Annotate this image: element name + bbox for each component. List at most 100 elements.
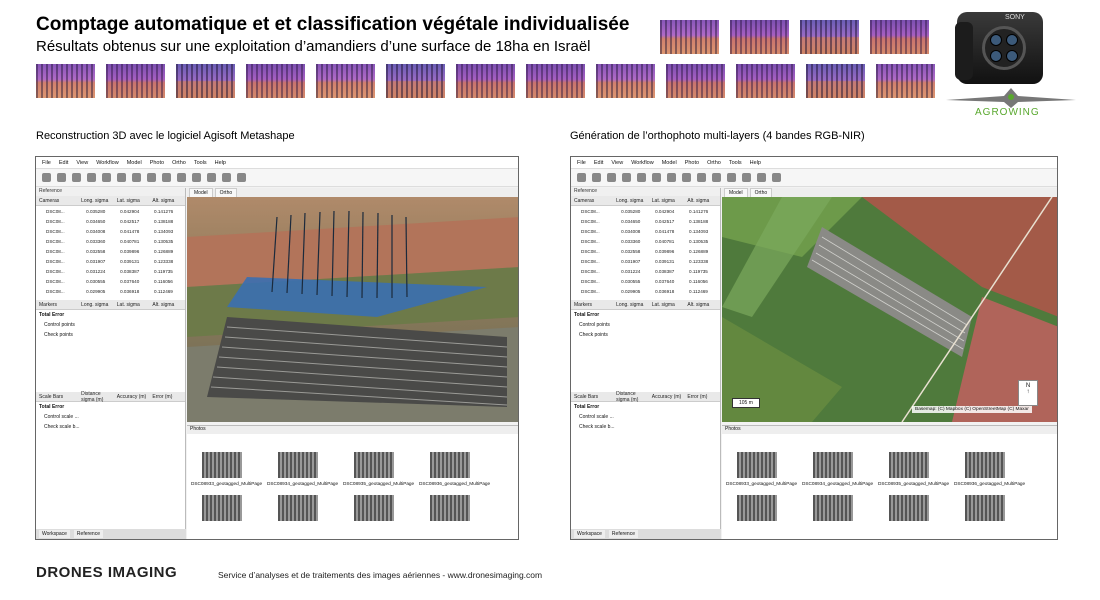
check-scale-item[interactable]: Check scale b... [36, 422, 185, 432]
menu-model[interactable]: Model [127, 160, 142, 166]
col-scale-bars[interactable]: Scale Bars [571, 394, 613, 400]
control-scale-item[interactable]: Control scale ... [571, 412, 720, 422]
rectangle-select-icon[interactable] [132, 173, 141, 182]
rectangle-select-icon[interactable] [667, 173, 676, 182]
col-markers[interactable]: Markers [36, 302, 78, 308]
menu-photo[interactable]: Photo [685, 160, 699, 166]
col-long-sigma[interactable]: Long. sigma [78, 198, 114, 204]
col-error[interactable]: Error (m) [684, 394, 720, 400]
col-long-sigma[interactable]: Long. sigma [78, 302, 114, 308]
photo-thumbnail[interactable] [878, 495, 940, 524]
navigation-icon[interactable] [147, 173, 156, 182]
control-points-item[interactable]: Control points [571, 320, 720, 330]
photo-thumbnail[interactable] [191, 495, 253, 524]
menu-view[interactable]: View [76, 160, 88, 166]
photo-thumbnail[interactable] [802, 495, 864, 524]
navigation-icon[interactable] [682, 173, 691, 182]
zoom-in-icon[interactable] [712, 173, 721, 182]
tab-workspace[interactable]: Workspace [39, 530, 70, 538]
open-icon[interactable] [592, 173, 601, 182]
save-icon[interactable] [607, 173, 616, 182]
move-icon[interactable] [207, 173, 216, 182]
table-row[interactable]: DSC08... 0.031224 0.038387 0.119735 [36, 266, 185, 276]
photo-thumbnail[interactable] [419, 495, 481, 524]
photo-thumbnail[interactable]: DSC08935_geotagged_MultiPage [878, 452, 949, 487]
col-alt-sigma[interactable]: Alt. sigma [149, 198, 185, 204]
photo-thumbnail[interactable] [343, 495, 405, 524]
col-distance-sigma[interactable]: Distance sigma (m) [78, 391, 114, 403]
photo-thumbnail[interactable]: DSC08936_geotagged_MultiPage [419, 452, 490, 487]
photo-thumbnail[interactable] [267, 495, 329, 524]
menu-file[interactable]: File [577, 160, 586, 166]
table-row[interactable]: DSC08... 0.032558 0.039896 0.126889 [571, 246, 720, 256]
table-row[interactable]: DSC08... 0.034650 0.042517 0.138188 [571, 216, 720, 226]
new-icon[interactable] [577, 173, 586, 182]
col-markers[interactable]: Markers [571, 302, 613, 308]
table-row[interactable]: DSC08... 0.030555 0.037640 0.116056 [571, 276, 720, 286]
col-long-sigma[interactable]: Long. sigma [613, 198, 649, 204]
col-alt-sigma[interactable]: Alt. sigma [149, 302, 185, 308]
table-row[interactable]: DSC08... 0.034650 0.042517 0.138188 [36, 216, 185, 226]
col-error[interactable]: Error (m) [149, 394, 185, 400]
photo-thumbnail[interactable] [726, 495, 788, 524]
model-viewport[interactable]: Model Ortho [187, 188, 518, 422]
zoom-out-icon[interactable] [192, 173, 201, 182]
grid-icon[interactable] [222, 173, 231, 182]
save-icon[interactable] [72, 173, 81, 182]
ortho-viewport[interactable]: Model Ortho 105 m Basemap: (C) Mapbox (C… [722, 188, 1057, 422]
menu-help[interactable]: Help [215, 160, 226, 166]
table-row[interactable]: DSC08... 0.035280 0.042904 0.141276 [36, 206, 185, 216]
col-alt-sigma[interactable]: Alt. sigma [684, 198, 720, 204]
photo-thumbnail[interactable]: DSC08935_geotagged_MultiPage [343, 452, 414, 487]
control-points-item[interactable]: Control points [36, 320, 185, 330]
photo-thumbnail[interactable] [954, 495, 1016, 524]
photo-thumbnail[interactable]: DSC08933_geotagged_MultiPage [191, 452, 262, 487]
table-row[interactable]: DSC08... 0.034008 0.041478 0.134093 [571, 226, 720, 236]
table-row[interactable]: DSC08... 0.029905 0.036918 0.112469 [571, 286, 720, 296]
tab-reference[interactable]: Reference [73, 530, 103, 538]
zoom-in-icon[interactable] [177, 173, 186, 182]
col-alt-sigma[interactable]: Alt. sigma [684, 302, 720, 308]
tab-workspace[interactable]: Workspace [574, 530, 605, 538]
menu-edit[interactable]: Edit [59, 160, 68, 166]
open-icon[interactable] [57, 173, 66, 182]
table-row[interactable]: DSC08... 0.029905 0.036918 0.112469 [36, 286, 185, 296]
redo-icon[interactable] [102, 173, 111, 182]
camera-icon[interactable] [237, 173, 246, 182]
select-icon[interactable] [652, 173, 661, 182]
undo-icon[interactable] [622, 173, 631, 182]
select-icon[interactable] [117, 173, 126, 182]
heart-icon[interactable] [772, 173, 781, 182]
col-lat-sigma[interactable]: Lat. sigma [649, 198, 685, 204]
menu-view[interactable]: View [611, 160, 623, 166]
tab-reference[interactable]: Reference [608, 530, 638, 538]
table-row[interactable]: DSC08... 0.031224 0.038387 0.119735 [571, 266, 720, 276]
menu-file[interactable]: File [42, 160, 51, 166]
menu-model[interactable]: Model [662, 160, 677, 166]
table-row[interactable]: DSC08... 0.033360 0.040781 0.130535 [36, 236, 185, 246]
new-icon[interactable] [42, 173, 51, 182]
table-row[interactable]: DSC08... 0.032558 0.039896 0.126889 [36, 246, 185, 256]
zoom-out-icon[interactable] [727, 173, 736, 182]
control-scale-item[interactable]: Control scale ... [36, 412, 185, 422]
menu-workflow[interactable]: Workflow [96, 160, 119, 166]
col-accuracy[interactable]: Accuracy (m) [114, 394, 150, 400]
menu-tools[interactable]: Tools [729, 160, 742, 166]
col-cameras[interactable]: Cameras [571, 198, 613, 204]
col-lat-sigma[interactable]: Lat. sigma [649, 302, 685, 308]
col-long-sigma[interactable]: Long. sigma [613, 302, 649, 308]
col-scale-bars[interactable]: Scale Bars [36, 394, 78, 400]
photo-thumbnail[interactable]: DSC08933_geotagged_MultiPage [726, 452, 797, 487]
move-icon[interactable] [742, 173, 751, 182]
photo-thumbnail[interactable]: DSC08934_geotagged_MultiPage [267, 452, 338, 487]
check-points-item[interactable]: Check points [36, 330, 185, 340]
ruler-icon[interactable] [697, 173, 706, 182]
table-row[interactable]: DSC08... 0.031907 0.039131 0.123338 [571, 256, 720, 266]
camera-icon[interactable] [757, 173, 766, 182]
photo-thumbnail[interactable]: DSC08934_geotagged_MultiPage [802, 452, 873, 487]
col-lat-sigma[interactable]: Lat. sigma [114, 302, 150, 308]
table-row[interactable]: DSC08... 0.035280 0.042904 0.141276 [571, 206, 720, 216]
undo-icon[interactable] [87, 173, 96, 182]
menu-ortho[interactable]: Ortho [172, 160, 186, 166]
table-row[interactable]: DSC08... 0.034008 0.041478 0.134093 [36, 226, 185, 236]
